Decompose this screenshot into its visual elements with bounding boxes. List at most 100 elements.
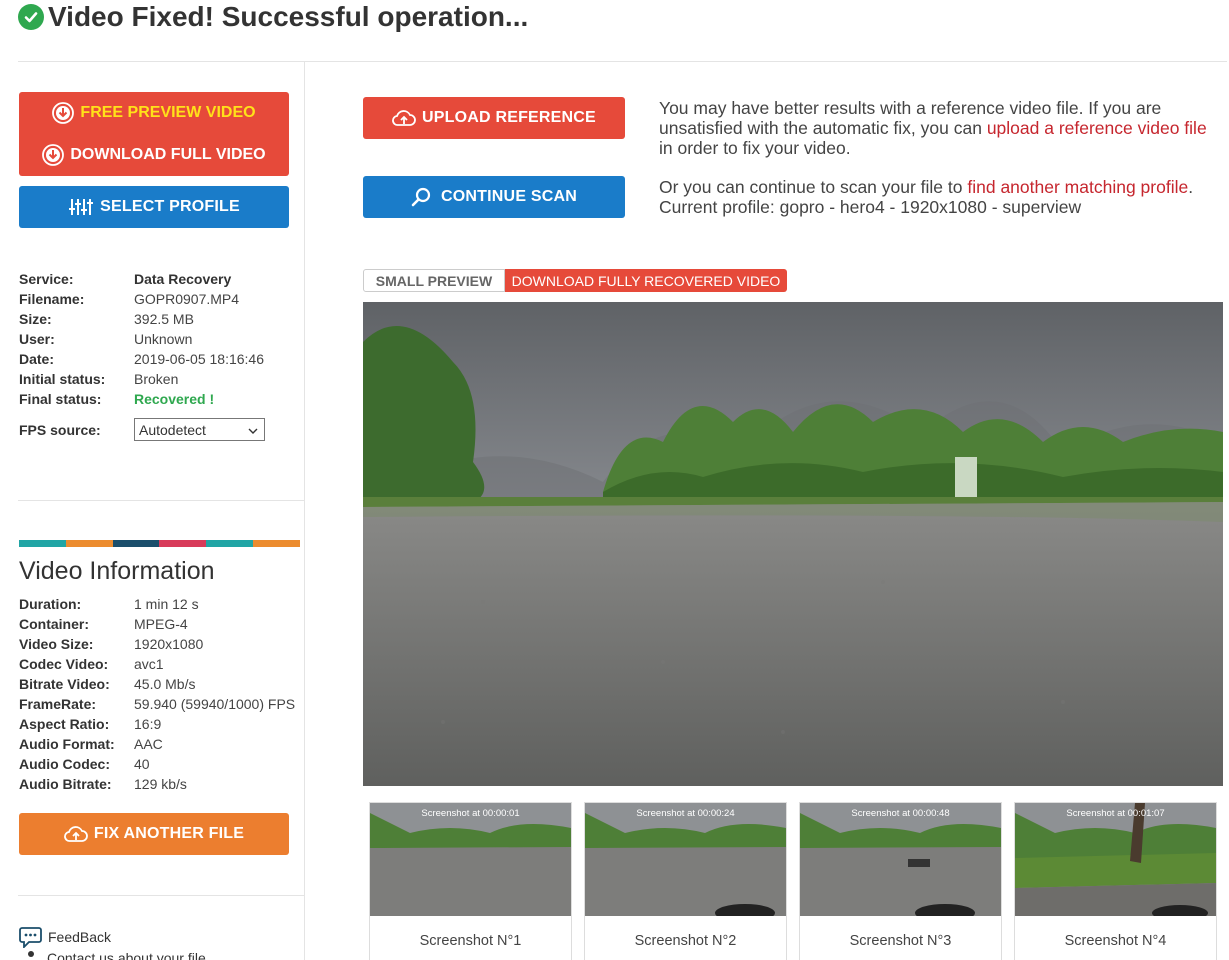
page-title: Video Fixed! Successful operation... [48, 1, 529, 32]
scan-message-text: Or you can continue to scan your file to [659, 177, 968, 197]
info-label: Bitrate Video: [19, 676, 110, 692]
info-label: Service: [19, 271, 74, 287]
continue-scan-button[interactable]: CONTINUE SCAN [363, 176, 625, 218]
info-value: Data Recovery [134, 271, 232, 287]
fps-source-label: FPS source: [19, 421, 101, 438]
info-value: GOPR0907.MP4 [134, 291, 240, 307]
free-preview-label: FREE PREVIEW VIDEO [80, 104, 256, 121]
info-value: 40 [134, 756, 150, 772]
screenshot-card-3[interactable]: Screenshot at 00:00:48 Screenshot N°3 [799, 802, 1002, 960]
info-label: FrameRate: [19, 696, 97, 712]
download-panel: FREE PREVIEW VIDEO DOWNLOAD FULL VIDEO [19, 92, 289, 176]
screenshot-thumbnail [370, 803, 571, 916]
info-value: Broken [134, 371, 179, 387]
screenshot-label: Screenshot N°1 [419, 933, 522, 949]
info-label: Final status: [19, 391, 102, 407]
feedback-label: FeedBack [48, 929, 112, 945]
info-label: Audio Bitrate: [19, 776, 112, 792]
info-label: Container: [19, 616, 89, 632]
screenshot-card-2[interactable]: Screenshot at 00:00:24 Screenshot N°2 [584, 802, 787, 960]
screenshot-timestamp: Screenshot at 00:01:07 [1066, 808, 1165, 819]
select-profile-label: SELECT PROFILE [100, 198, 240, 215]
feedback-link[interactable]: FeedBack [19, 926, 111, 948]
download-full-label: DOWNLOAD FULL VIDEO [70, 146, 266, 163]
video-info-row: Container: MPEG-4 [19, 614, 295, 634]
section-divider [18, 895, 304, 896]
find-profile-link[interactable]: find another matching profile [967, 177, 1188, 197]
chevron-down-icon [248, 422, 258, 438]
video-info-row: Video Size: 1920x1080 [19, 634, 295, 654]
sliders-icon [68, 198, 94, 216]
screenshot-timestamp: Screenshot at 00:00:01 [421, 808, 520, 819]
fps-source-value: Autodetect [139, 421, 206, 438]
screenshot-label: Screenshot N°2 [634, 933, 737, 949]
upload-reference-label: UPLOAD REFERENCE [422, 109, 596, 126]
screenshot-thumbnail [1015, 803, 1216, 916]
tab-download-full[interactable]: DOWNLOAD FULLY RECOVERED VIDEO [505, 269, 787, 292]
scan-message: Or you can continue to scan your file to… [659, 177, 1219, 217]
reference-message-text: in order to fix your video. [659, 138, 851, 158]
select-profile-button[interactable]: SELECT PROFILE [19, 186, 289, 228]
info-value: 45.0 Mb/s [134, 676, 196, 692]
screenshot-label: Screenshot N°3 [849, 933, 952, 949]
info-label: Video Size: [19, 636, 94, 652]
download-circle-icon [42, 144, 65, 166]
video-info-row: Audio Bitrate: 129 kb/s [19, 774, 295, 794]
screenshot-card-4[interactable]: Screenshot at 00:01:07 Screenshot N°4 [1014, 802, 1217, 960]
free-preview-button[interactable]: FREE PREVIEW VIDEO [19, 92, 289, 134]
video-info-row: Bitrate Video: 45.0 Mb/s [19, 674, 295, 694]
info-label: User: [19, 331, 55, 347]
contact-label: Contact us about your file [47, 950, 206, 960]
info-label: Aspect Ratio: [19, 716, 110, 732]
info-label: Audio Codec: [19, 756, 110, 772]
tab-small-preview[interactable]: SMALL PREVIEW [363, 269, 505, 292]
color-stripe [19, 540, 300, 547]
info-row-user: User: Unknown [19, 329, 264, 349]
header-divider [18, 61, 1227, 62]
info-value: 59.940 (59940/1000) FPS [134, 696, 296, 712]
info-row-final-status: Final status: Recovered ! [19, 389, 264, 409]
upload-reference-button[interactable]: UPLOAD REFERENCE [363, 97, 625, 139]
fps-source-row: FPS source: Autodetect [19, 418, 265, 441]
info-label: Size: [19, 311, 52, 327]
video-info-title: Video Information [19, 557, 215, 585]
upload-reference-link[interactable]: upload a reference video file [987, 118, 1207, 138]
info-value: MPEG-4 [134, 616, 188, 632]
info-label: Filename: [19, 291, 85, 307]
screenshot-thumbnail [585, 803, 786, 916]
info-value: 129 kb/s [134, 776, 187, 792]
video-info-row: Audio Codec: 40 [19, 754, 295, 774]
info-row-service: Service: Data Recovery [19, 269, 264, 289]
reference-message: You may have better results with a refer… [659, 98, 1219, 158]
status-badge: Recovered ! [134, 391, 215, 407]
info-value: 392.5 MB [134, 311, 194, 327]
cloud-upload-icon [392, 109, 416, 127]
download-full-button[interactable]: DOWNLOAD FULL VIDEO [19, 134, 289, 176]
contact-link[interactable]: Contact us about your file [19, 950, 206, 960]
cloud-upload-icon [63, 825, 88, 843]
column-divider [304, 62, 305, 960]
info-label: Duration: [19, 596, 82, 612]
fix-another-file-label: FIX ANOTHER FILE [93, 825, 245, 842]
info-row-date: Date: 2019-06-05 18:16:46 [19, 349, 264, 369]
fix-another-file-button[interactable]: FIX ANOTHER FILE [19, 813, 289, 855]
check-circle-icon [18, 4, 44, 30]
video-preview[interactable] [363, 302, 1223, 786]
video-info-row: Audio Format: AAC [19, 734, 295, 754]
info-value: avc1 [134, 656, 164, 672]
screenshot-card-1[interactable]: Screenshot at 00:00:01 Screenshot N°1 [369, 802, 572, 960]
fps-source-select[interactable]: Autodetect [134, 418, 265, 441]
info-value: 1920x1080 [134, 636, 204, 652]
screenshot-timestamp: Screenshot at 00:00:24 [636, 808, 735, 819]
info-row-initial-status: Initial status: Broken [19, 369, 264, 389]
info-value: 2019-06-05 18:16:46 [134, 351, 264, 367]
info-label: Date: [19, 351, 55, 367]
info-label: Initial status: [19, 371, 106, 387]
info-value: AAC [134, 736, 163, 752]
continue-scan-label: CONTINUE SCAN [441, 188, 577, 205]
info-value: Unknown [134, 331, 193, 347]
download-circle-icon [52, 102, 75, 124]
info-label: Codec Video: [19, 656, 109, 672]
chat-bubble-icon [19, 926, 42, 948]
info-label: Audio Format: [19, 736, 115, 752]
